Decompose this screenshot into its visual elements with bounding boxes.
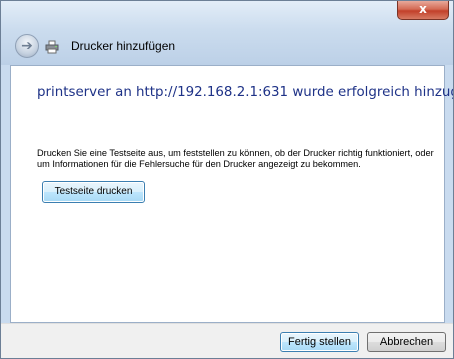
printer-icon <box>45 40 59 54</box>
add-printer-window: x ➔ Drucker hinzufügen printserver an ht… <box>0 0 454 359</box>
close-button[interactable]: x <box>397 1 449 20</box>
back-button[interactable]: ➔ <box>15 34 39 58</box>
title-bar: x ➔ Drucker hinzufügen <box>1 1 453 65</box>
print-test-page-button[interactable]: Testseite drucken <box>42 181 145 203</box>
success-headline: printserver an http://192.168.2.1:631 wu… <box>37 85 454 100</box>
description-text: Drucken Sie eine Testseite aus, um fests… <box>37 148 434 169</box>
cancel-button[interactable]: Abbrechen <box>367 332 446 352</box>
close-icon: x <box>419 2 427 16</box>
wizard-title: Drucker hinzufügen <box>71 39 176 53</box>
back-arrow-icon: ➔ <box>21 38 33 54</box>
finish-button[interactable]: Fertig stellen <box>280 332 359 352</box>
